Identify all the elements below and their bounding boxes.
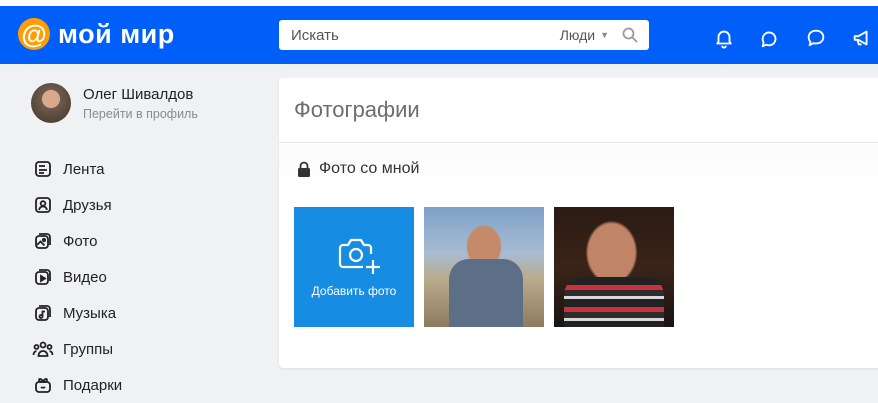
sidebar-item-photos[interactable]: Фото bbox=[32, 223, 122, 259]
sidebar-item-label: Друзья bbox=[63, 196, 112, 214]
megaphone-icon[interactable] bbox=[850, 26, 874, 50]
section-title: Фото со мной bbox=[297, 160, 419, 178]
search-icon[interactable] bbox=[615, 20, 645, 50]
header-actions bbox=[712, 26, 874, 50]
logo-text: мой мир bbox=[58, 18, 175, 49]
camera-plus-icon bbox=[338, 238, 380, 274]
chevron-down-icon: ▼ bbox=[600, 30, 609, 40]
search-input[interactable] bbox=[279, 20, 560, 50]
sidebar-item-label: Подарки bbox=[63, 376, 123, 394]
feed-icon bbox=[32, 158, 54, 180]
profile-link[interactable]: Перейти в профиль bbox=[83, 107, 198, 121]
logo-at-icon: @ bbox=[18, 18, 50, 50]
photos-panel: Фотографии Фото со мной Добавить фото bbox=[279, 78, 878, 368]
profile-card[interactable]: Олег Шивалдов Перейти в профиль bbox=[31, 83, 198, 123]
logo[interactable]: @ мой мир bbox=[18, 18, 175, 50]
sidebar-item-label: Видео bbox=[63, 268, 107, 286]
sidebar-item-label: Лента bbox=[63, 160, 105, 178]
sidebar-item-label: Группы bbox=[63, 340, 113, 358]
photo-grid: Добавить фото bbox=[294, 207, 674, 327]
sidebar-item-groups[interactable]: Группы bbox=[32, 331, 122, 367]
section-title-label: Фото со мной bbox=[319, 160, 420, 177]
gifts-icon bbox=[32, 374, 54, 396]
top-header: @ мой мир Люди ▼ bbox=[0, 0, 878, 64]
sidebar-item-video[interactable]: Видео bbox=[32, 259, 122, 295]
search-scope-dropdown[interactable]: Люди ▼ bbox=[560, 27, 609, 43]
page-title: Фотографии bbox=[279, 78, 878, 143]
add-photo-button[interactable]: Добавить фото bbox=[294, 207, 414, 327]
friends-icon bbox=[32, 194, 54, 216]
sidebar-item-label: Фото bbox=[63, 232, 98, 250]
music-icon bbox=[32, 302, 54, 324]
search-scope-label: Люди bbox=[559, 27, 596, 43]
sidebar-item-label: Музыка bbox=[63, 304, 117, 322]
chat-bubbles-icon[interactable] bbox=[758, 26, 782, 50]
avatar[interactable] bbox=[31, 83, 71, 123]
video-icon bbox=[32, 266, 54, 288]
sidebar-item-gifts[interactable]: Подарки bbox=[32, 367, 122, 403]
sidebar-nav: Лента Друзья Фото Видео Музыка Группы По… bbox=[32, 151, 122, 403]
lock-icon bbox=[298, 161, 310, 177]
photo-thumbnail[interactable] bbox=[554, 207, 674, 327]
search-bar: Люди ▼ bbox=[279, 20, 649, 50]
message-icon[interactable] bbox=[804, 26, 828, 50]
sidebar-item-feed[interactable]: Лента bbox=[32, 151, 122, 187]
sidebar: Олег Шивалдов Перейти в профиль Лента Др… bbox=[0, 64, 270, 403]
profile-text: Олег Шивалдов Перейти в профиль bbox=[83, 86, 198, 121]
sidebar-item-friends[interactable]: Друзья bbox=[32, 187, 122, 223]
add-photo-label: Добавить фото bbox=[311, 284, 397, 298]
bell-icon[interactable] bbox=[712, 26, 736, 50]
profile-name[interactable]: Олег Шивалдов bbox=[83, 86, 198, 103]
photos-icon bbox=[32, 230, 54, 252]
groups-icon bbox=[32, 338, 54, 360]
sidebar-item-music[interactable]: Музыка bbox=[32, 295, 122, 331]
photo-thumbnail[interactable] bbox=[424, 207, 544, 327]
